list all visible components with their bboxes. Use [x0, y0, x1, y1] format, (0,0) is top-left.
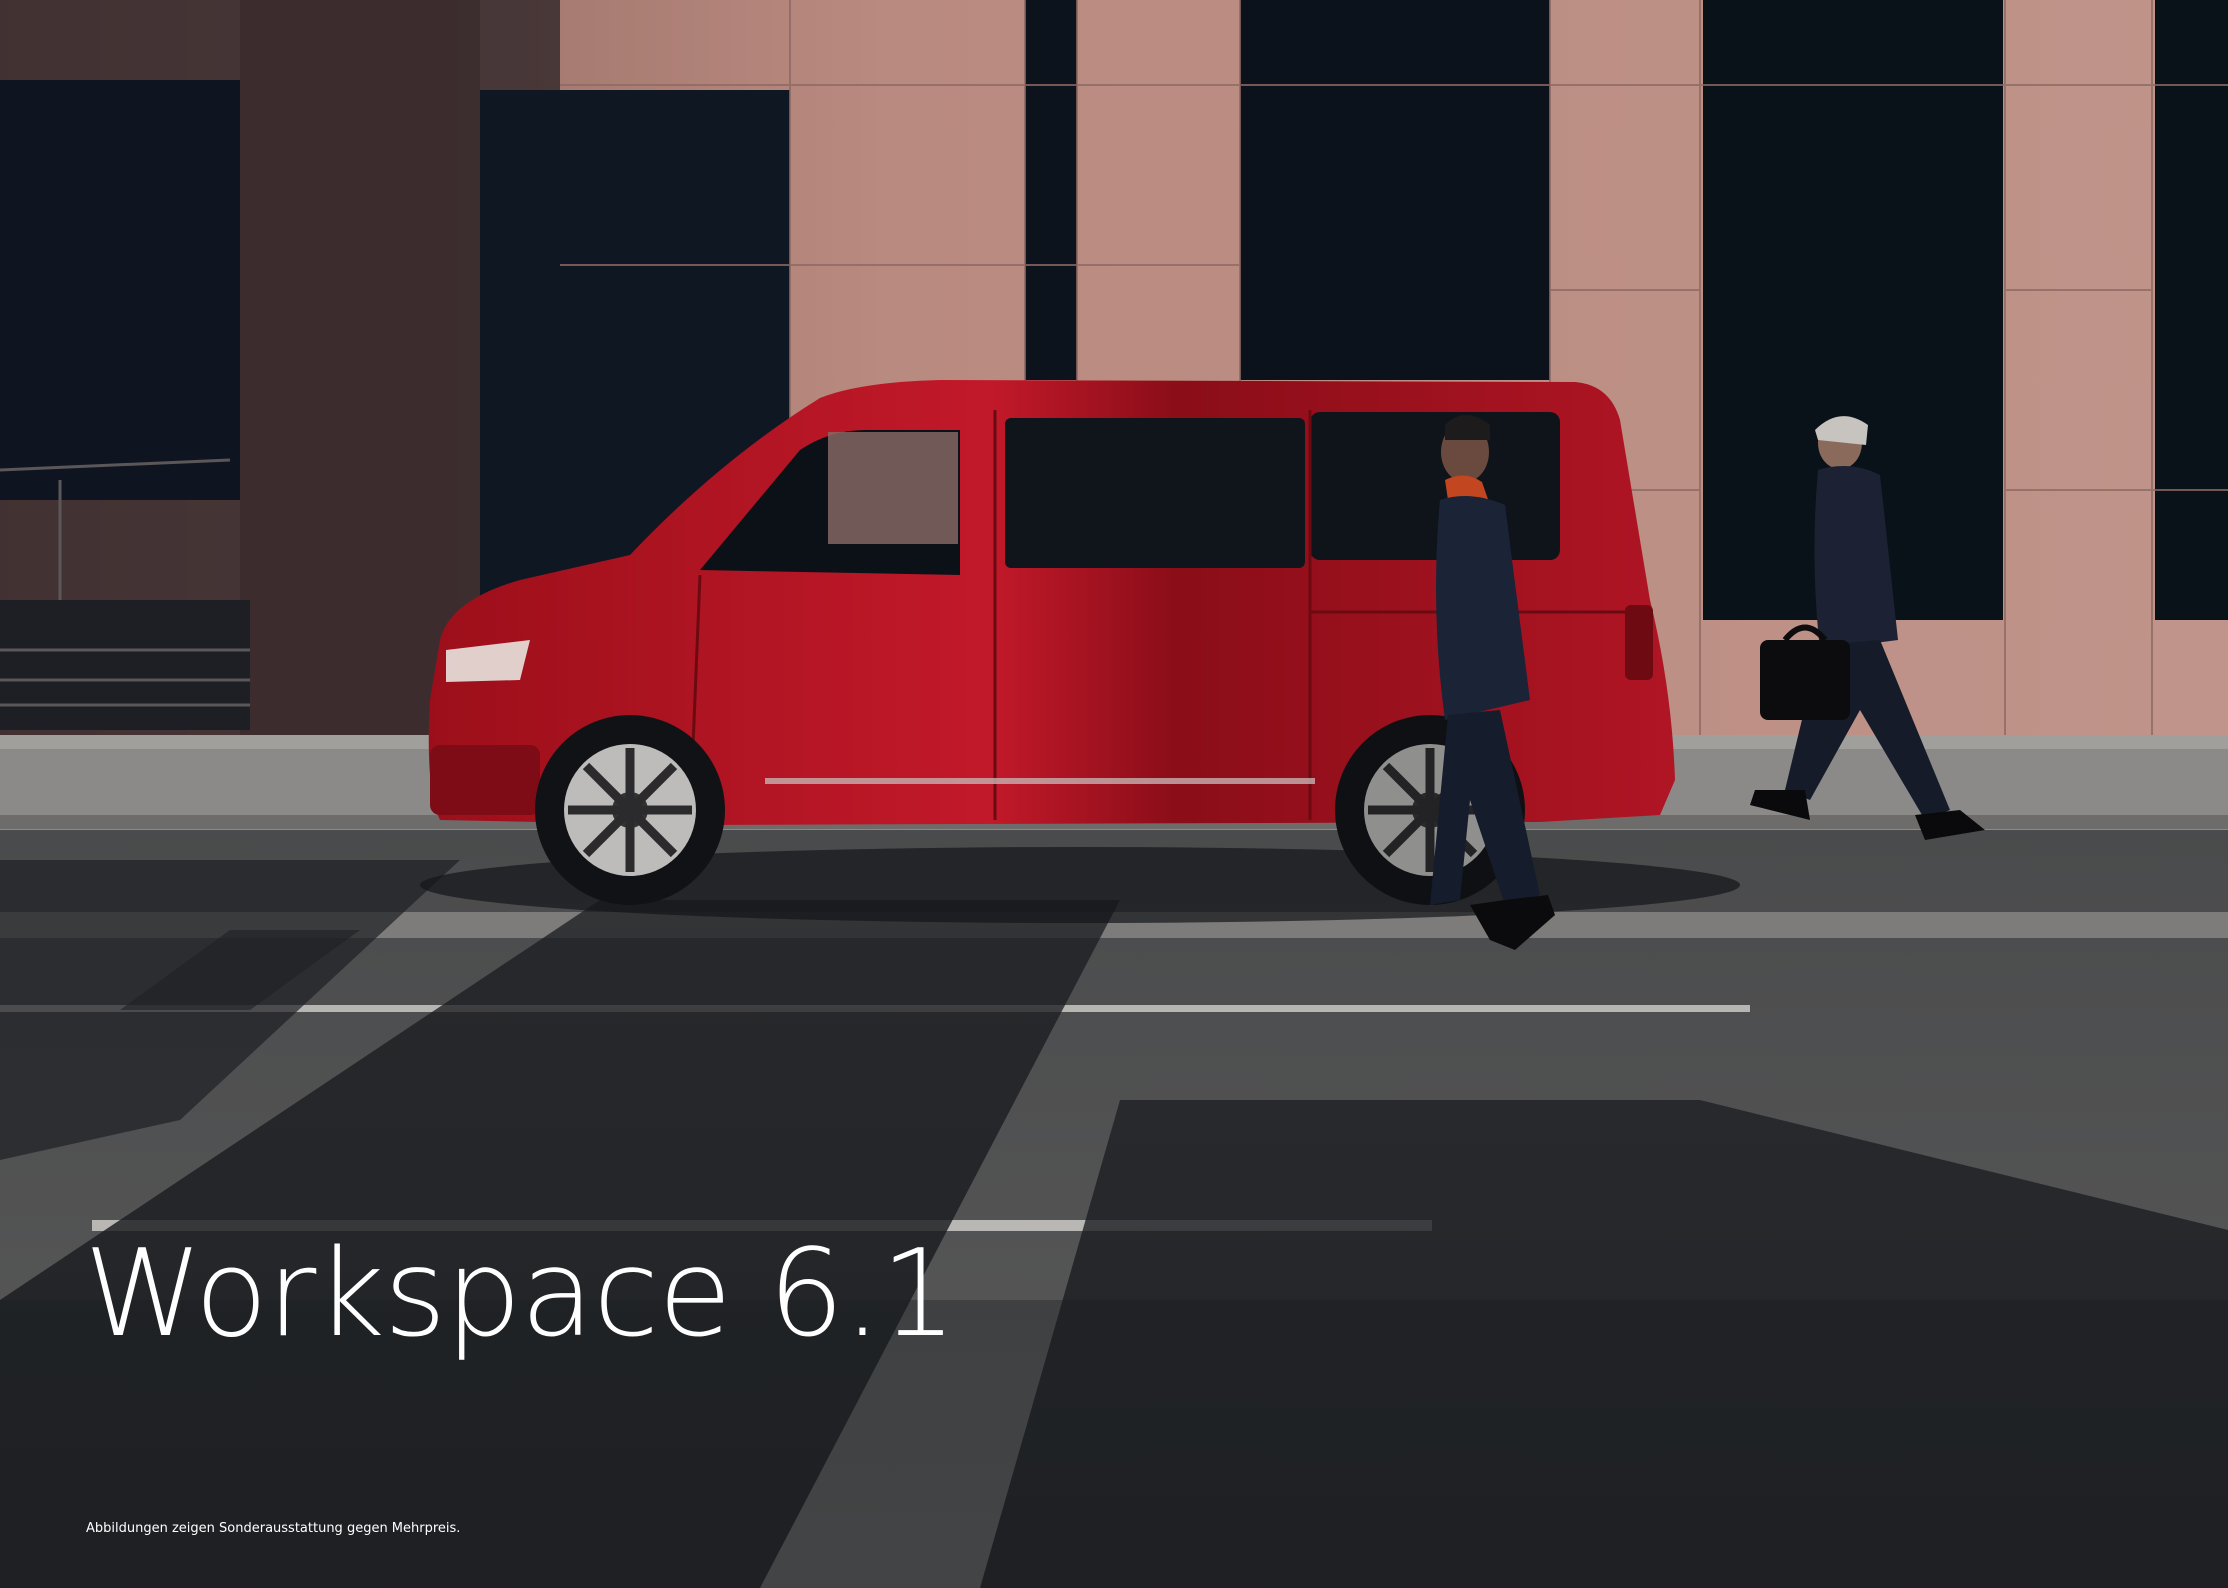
headline-title: Workspace 6.1 [84, 1225, 957, 1364]
disclaimer-text: Abbildungen zeigen Sonderausstattung geg… [86, 1521, 461, 1536]
cover-page: Workspace 6.1 Abbildungen zeigen Sondera… [0, 0, 2228, 1588]
front-wheel [535, 715, 725, 905]
